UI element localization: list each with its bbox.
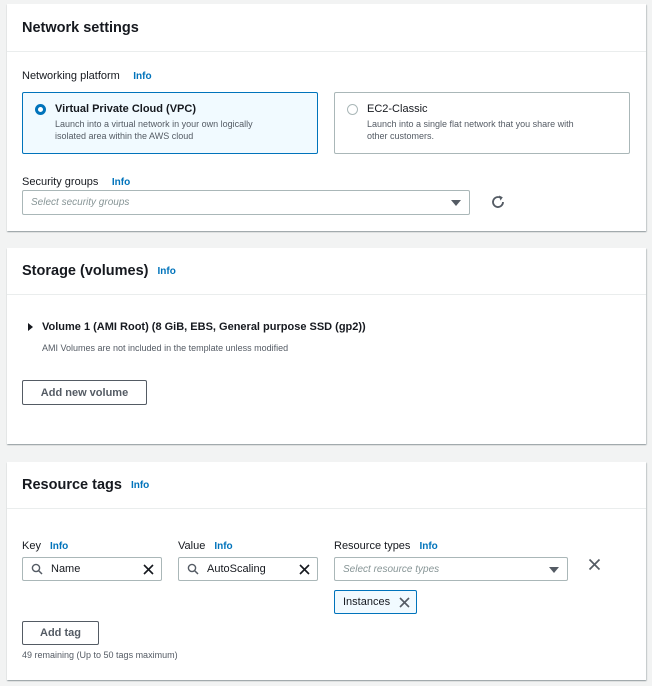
tag-key-input[interactable]: Name [22,557,162,581]
vpc-option-desc-line1: Launch into a virtual network in your ow… [55,119,253,129]
resource-types-label: Resource types [334,540,411,552]
tag-key-value: Name [51,563,81,575]
search-icon [187,563,199,575]
security-groups-label: Security groups [22,176,99,188]
clear-icon[interactable] [299,564,310,575]
caret-down-icon [451,200,461,206]
vpc-option-title: Virtual Private Cloud (VPC) [55,103,196,115]
value-label: Value [178,540,206,552]
key-info-link[interactable]: Info [50,541,68,552]
tag-value-input[interactable]: AutoScaling [178,557,318,581]
token-dismiss-icon[interactable] [399,597,410,608]
storage-info-link[interactable]: Info [158,266,176,277]
security-groups-info-link[interactable]: Info [112,177,130,188]
clear-icon[interactable] [143,564,154,575]
value-label-row: Value Info [178,540,233,552]
ec2-classic-radio[interactable] [347,104,358,115]
security-groups-label-row: Security groups Info [22,172,130,190]
key-label-row: Key Info [22,540,68,552]
value-info-link[interactable]: Info [214,541,232,552]
volume-1-title: Volume 1 (AMI Root) (8 GiB, EBS, General… [42,321,366,333]
volume-note: AMI Volumes are not included in the temp… [42,343,289,353]
search-icon [31,563,43,575]
caret-right-icon [28,323,33,331]
security-groups-select[interactable]: Select security groups [22,190,470,215]
ec2-classic-option-desc-line2: other customers. [367,131,435,141]
resource-type-token: Instances [334,590,417,614]
resource-type-token-label: Instances [343,596,391,608]
resource-types-info-link[interactable]: Info [419,541,437,552]
key-label: Key [22,540,41,552]
ec2-classic-option-title: EC2-Classic [367,103,428,115]
remove-tag-icon[interactable] [588,558,601,571]
network-settings-panel: Network settings Networking platform Inf… [7,4,646,231]
networking-platform-info-link[interactable]: Info [133,71,151,82]
vpc-option-tile[interactable]: Virtual Private Cloud (VPC) Launch into … [22,92,318,154]
volume-1-expander[interactable]: Volume 1 (AMI Root) (8 GiB, EBS, General… [28,321,366,333]
ec2-classic-option-desc-line1: Launch into a single flat network that y… [367,119,574,129]
network-settings-title: Network settings [22,19,139,36]
ec2-classic-option-tile[interactable]: EC2-Classic Launch into a single flat ne… [334,92,630,154]
vpc-option-desc-line2: isolated area within the AWS cloud [55,131,194,141]
tags-remaining-text: 49 remaining (Up to 50 tags maximum) [22,650,178,660]
network-settings-header: Network settings [7,4,646,52]
storage-panel: Storage (volumes) Info Volume 1 (AMI Roo… [7,248,646,444]
add-tag-button[interactable]: Add tag [22,621,99,645]
resource-tags-panel: Resource tags Info Key Info Value Info R… [7,462,646,680]
security-groups-placeholder: Select security groups [31,197,130,208]
resource-tags-title: Resource tags [22,477,122,493]
storage-title: Storage (volumes) [22,263,149,279]
tag-value-value: AutoScaling [207,563,266,575]
refresh-icon[interactable] [490,194,506,210]
add-new-volume-button[interactable]: Add new volume [22,380,147,405]
resource-types-label-row: Resource types Info [334,540,438,552]
caret-down-icon [549,567,559,573]
resource-types-placeholder: Select resource types [343,563,440,575]
resource-tags-header: Resource tags Info [7,462,646,509]
storage-header: Storage (volumes) Info [7,248,646,295]
vpc-radio[interactable] [35,104,46,115]
networking-platform-label-row: Networking platform Info [22,66,152,84]
resource-tags-info-link[interactable]: Info [131,480,149,491]
networking-platform-label: Networking platform [22,70,120,82]
resource-types-select[interactable]: Select resource types [334,557,568,581]
